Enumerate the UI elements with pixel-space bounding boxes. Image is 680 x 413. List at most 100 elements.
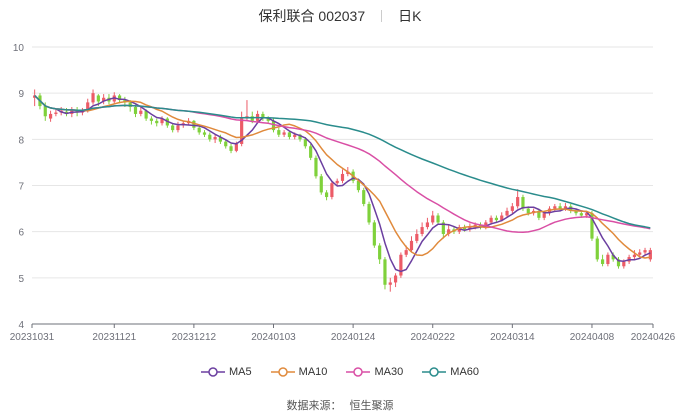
x-tick-label: 20231212 bbox=[172, 332, 217, 343]
candle-body bbox=[133, 107, 138, 114]
candle-body bbox=[409, 240, 414, 251]
candle-body bbox=[383, 259, 387, 285]
candle-body bbox=[48, 113, 53, 119]
ma-line-ma60 bbox=[34, 94, 651, 229]
candle-body bbox=[362, 190, 366, 204]
x-axis: 20231031 20231121 20231212 20240103 20240124… bbox=[10, 323, 676, 343]
candle-body bbox=[399, 254, 403, 276]
candle-body bbox=[431, 215, 435, 223]
candle-body bbox=[330, 183, 334, 198]
candle-body bbox=[579, 213, 583, 216]
legend-dot bbox=[353, 367, 364, 377]
legend-item-ma60[interactable]: MA60 bbox=[422, 366, 479, 378]
candle-body bbox=[367, 203, 371, 223]
y-tick-label: 10 bbox=[13, 43, 25, 54]
legend-marker-ma5 bbox=[200, 367, 225, 377]
candle-body bbox=[54, 112, 58, 114]
candle-body bbox=[303, 139, 307, 147]
candle-body bbox=[314, 157, 318, 177]
legend-item-ma5[interactable]: MA5 bbox=[200, 366, 252, 378]
candle-body bbox=[436, 215, 440, 223]
y-tick-label: 8 bbox=[18, 135, 24, 146]
legend-item-ma30[interactable]: MA30 bbox=[346, 366, 403, 378]
candle-body bbox=[420, 227, 424, 234]
candle-body bbox=[606, 254, 610, 264]
legend-marker-ma30 bbox=[346, 367, 371, 377]
y-tick-label: 9 bbox=[18, 89, 24, 100]
candle-body bbox=[415, 233, 419, 241]
candle-body bbox=[213, 137, 217, 140]
y-tick-label: 5 bbox=[18, 274, 24, 285]
candle-body bbox=[155, 120, 159, 124]
candle-body bbox=[372, 222, 376, 246]
candle-body bbox=[309, 146, 313, 158]
candle-body bbox=[171, 125, 175, 131]
legend-dot bbox=[208, 367, 218, 377]
candle-body bbox=[43, 106, 47, 117]
moving-average-lines bbox=[34, 94, 651, 273]
x-tick-label: 20240408 bbox=[570, 332, 615, 343]
kline-chart[interactable]: 4 5 6 7 8 9 10 20231031 20231121 20231212 2024010… bbox=[0, 0, 680, 360]
legend-label: MA5 bbox=[228, 366, 252, 378]
x-tick-label: 20240426 bbox=[631, 332, 676, 343]
candle-body bbox=[558, 206, 562, 209]
candle-body bbox=[425, 222, 430, 228]
x-tick-label: 20231121 bbox=[92, 332, 136, 343]
candle-body bbox=[176, 125, 180, 131]
candle-body bbox=[643, 250, 647, 253]
x-tick-label: 20240314 bbox=[490, 332, 535, 343]
candle-body bbox=[632, 254, 637, 258]
candle-body bbox=[96, 95, 100, 102]
candle-body bbox=[378, 245, 382, 260]
candle-body bbox=[595, 238, 599, 260]
candle-body bbox=[526, 208, 530, 214]
y-tick-label: 6 bbox=[18, 228, 24, 239]
legend-label: MA30 bbox=[374, 366, 404, 378]
candle-body bbox=[335, 180, 339, 184]
candle-body bbox=[149, 118, 154, 121]
candle-body bbox=[229, 146, 233, 151]
legend-item-ma10[interactable]: MA10 bbox=[270, 366, 328, 378]
legend-label: MA10 bbox=[298, 366, 328, 378]
candle-body bbox=[197, 127, 201, 133]
candle-body bbox=[542, 213, 546, 218]
candle-body bbox=[139, 110, 143, 114]
chart-legend: MA5 MA10 MA30 MA60 bbox=[0, 366, 680, 381]
candle-body bbox=[202, 132, 207, 135]
candle-body bbox=[393, 275, 398, 283]
candle-body bbox=[600, 259, 605, 264]
y-tick-label: 4 bbox=[18, 320, 24, 331]
candle-body bbox=[516, 197, 520, 207]
candle-body bbox=[340, 173, 345, 181]
legend-dot bbox=[277, 367, 288, 377]
candle-body bbox=[224, 141, 228, 147]
candle-body bbox=[319, 176, 323, 193]
candle-body bbox=[404, 250, 408, 255]
candle-body bbox=[277, 130, 281, 135]
x-tick-label: 20240124 bbox=[331, 332, 376, 343]
candle-body bbox=[505, 210, 509, 216]
source-label: 数据来源： bbox=[286, 400, 342, 412]
legend-marker-ma10 bbox=[270, 367, 295, 377]
candle-body bbox=[622, 261, 626, 267]
candle-body bbox=[208, 134, 212, 140]
y-tick-label: 7 bbox=[18, 182, 24, 193]
x-tick-label: 20240103 bbox=[251, 332, 296, 343]
source-name: 恒生聚源 bbox=[349, 400, 394, 412]
candlesticks bbox=[33, 89, 652, 292]
ma-line-ma5 bbox=[34, 94, 651, 273]
candle-body bbox=[388, 282, 392, 285]
candle-body bbox=[293, 134, 297, 138]
legend-label: MA60 bbox=[450, 366, 480, 378]
candle-body bbox=[287, 132, 292, 138]
candle-body bbox=[489, 217, 493, 223]
candle-body bbox=[282, 132, 286, 135]
candle-body bbox=[494, 217, 499, 221]
legend-dot bbox=[429, 367, 440, 377]
candle-body bbox=[638, 252, 642, 255]
candle-body bbox=[510, 206, 514, 211]
y-axis: 4 5 6 7 8 9 10 bbox=[13, 43, 25, 331]
x-tick-label: 20231031 bbox=[10, 332, 55, 343]
x-tick-label: 20240222 bbox=[410, 332, 455, 343]
candle-body bbox=[324, 192, 329, 198]
